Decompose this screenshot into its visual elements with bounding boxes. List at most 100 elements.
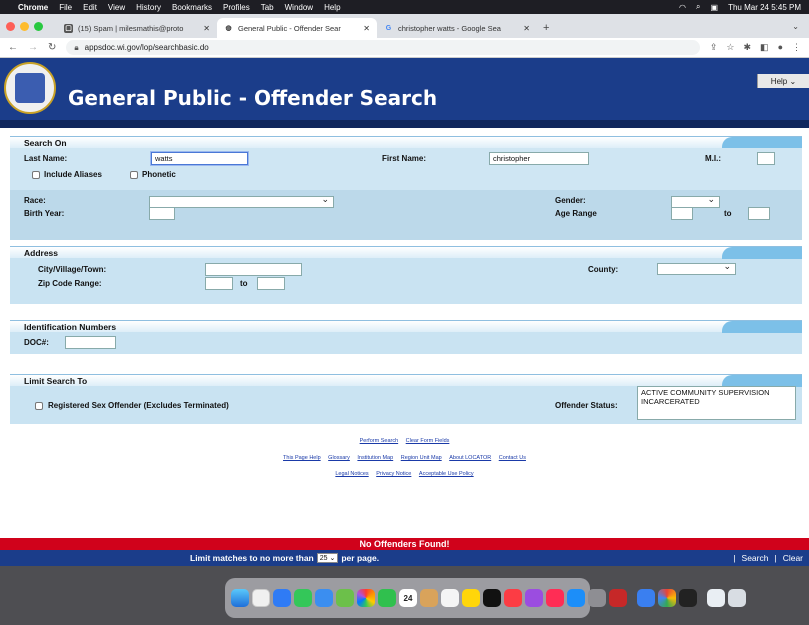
zip-from-input[interactable] (205, 277, 233, 290)
city-label: City/Village/Town: (38, 265, 107, 274)
new-tab-button[interactable]: + (537, 18, 555, 38)
age-range-to-input[interactable] (748, 207, 770, 220)
app-store-icon[interactable] (567, 589, 585, 607)
podcasts-icon[interactable] (525, 589, 543, 607)
profile-icon[interactable]: ● (778, 42, 783, 53)
maximize-window-icon[interactable] (34, 21, 43, 31)
phonetic-checkbox[interactable] (130, 171, 138, 179)
documents-folder-icon[interactable] (707, 589, 725, 607)
city-input[interactable] (205, 263, 302, 276)
reminders-icon[interactable] (441, 589, 459, 607)
race-select[interactable] (149, 194, 334, 208)
tab-spam-mail[interactable]: ▢ (15) Spam | milesmathis@proto ✕ (57, 18, 217, 38)
toolbar-icons: ⇪ ☆ ✱ ◧ ● ⋮ (710, 42, 801, 53)
include-aliases-checkbox[interactable] (32, 171, 40, 179)
filezilla-icon[interactable] (609, 589, 627, 607)
trash-icon[interactable] (728, 589, 746, 607)
age-range-from-input[interactable] (671, 207, 693, 220)
age-range-label: Age Range (555, 209, 597, 218)
chrome-icon[interactable] (658, 589, 676, 607)
sidebar-icon[interactable]: ◧ (760, 42, 769, 53)
system-preferences-icon[interactable] (588, 589, 606, 607)
page-help-link[interactable]: This Page Help (283, 455, 321, 461)
perform-search-link[interactable]: Perform Search (360, 438, 399, 444)
menu-edit[interactable]: Edit (83, 3, 97, 12)
birth-year-input[interactable] (149, 207, 175, 220)
photos-icon[interactable] (357, 589, 375, 607)
menu-app-name[interactable]: Chrome (18, 3, 48, 12)
close-icon[interactable]: ✕ (363, 24, 370, 33)
clear-button[interactable]: Clear (783, 553, 803, 563)
tab-offender-search[interactable]: ◍ General Public - Offender Sear ✕ (217, 18, 377, 38)
mail-icon[interactable] (315, 589, 333, 607)
calendar-icon[interactable]: 24 (399, 589, 417, 607)
extensions-icon[interactable]: ✱ (744, 42, 752, 53)
finder-icon[interactable] (231, 589, 249, 607)
menubar-clock[interactable]: Thu Mar 24 5:45 PM (728, 3, 801, 12)
institution-map-link[interactable]: Institution Map (357, 455, 393, 461)
about-locator-link[interactable]: About LOCATOR (449, 455, 491, 461)
facetime-icon[interactable] (378, 589, 396, 607)
back-icon[interactable]: ← (8, 42, 18, 53)
more-menu-icon[interactable]: ⋮ (792, 42, 801, 53)
terminal-icon[interactable] (679, 589, 697, 607)
status-option-active-supervision[interactable]: ACTIVE COMMUNITY SUPERVISION (641, 388, 792, 397)
menu-window[interactable]: Window (285, 3, 313, 12)
contact-us-link[interactable]: Contact Us (499, 455, 526, 461)
menu-bookmarks[interactable]: Bookmarks (172, 3, 212, 12)
zoom-icon[interactable] (637, 589, 655, 607)
music-icon[interactable] (504, 589, 522, 607)
forward-icon[interactable]: → (28, 42, 38, 53)
zip-to-input[interactable] (257, 277, 285, 290)
control-center-icon[interactable]: ▣ (711, 3, 719, 12)
maps-icon[interactable] (336, 589, 354, 607)
privacy-notice-link[interactable]: Privacy Notice (376, 471, 411, 477)
apple-tv-icon[interactable] (483, 589, 501, 607)
status-option-incarcerated[interactable]: INCARCERATED (641, 397, 792, 406)
last-name-input[interactable]: watts (151, 152, 248, 165)
doc-number-input[interactable] (65, 336, 116, 349)
legal-notices-link[interactable]: Legal Notices (335, 471, 368, 477)
menu-history[interactable]: History (136, 3, 161, 12)
news-icon[interactable] (546, 589, 564, 607)
safari-icon[interactable] (273, 589, 291, 607)
menu-help[interactable]: Help (324, 3, 340, 12)
tab-google-search[interactable]: G christopher watts - Google Sea ✕ (377, 18, 537, 38)
menu-tab[interactable]: Tab (261, 3, 274, 12)
help-menu-button[interactable]: Help ⌄ (757, 74, 809, 88)
menu-view[interactable]: View (108, 3, 125, 12)
clear-form-fields-link[interactable]: Clear Form Fields (406, 438, 450, 444)
google-icon: G (385, 24, 392, 32)
messages-icon[interactable] (294, 589, 312, 607)
launchpad-icon[interactable] (252, 589, 270, 607)
close-icon[interactable]: ✕ (203, 24, 210, 33)
phonetic-label: Phonetic (142, 170, 176, 179)
close-icon[interactable]: ✕ (523, 24, 530, 33)
offender-status-listbox[interactable]: ACTIVE COMMUNITY SUPERVISION INCARCERATE… (637, 386, 796, 420)
page-banner: General Public - Offender Search Help ⌄ (0, 58, 809, 120)
region-unit-map-link[interactable]: Region Unit Map (401, 455, 442, 461)
page-size-select[interactable]: 25 ⌄ (316, 553, 339, 563)
share-icon[interactable]: ⇪ (710, 42, 718, 53)
tab-search-icon[interactable]: ⌄ (792, 14, 799, 38)
menu-profiles[interactable]: Profiles (223, 3, 250, 12)
menu-file[interactable]: File (59, 3, 72, 12)
url-text: appsdoc.wi.gov/lop/searchbasic.do (84, 43, 209, 52)
bookmark-star-icon[interactable]: ☆ (726, 42, 734, 53)
middle-initial-input[interactable] (757, 152, 775, 165)
reload-icon[interactable]: ↻ (48, 42, 56, 53)
notes-icon[interactable] (462, 589, 480, 607)
sex-offender-checkbox[interactable] (35, 402, 43, 410)
acceptable-use-link[interactable]: Acceptable Use Policy (419, 471, 474, 477)
address-bar[interactable]: 🔒︎ appsdoc.wi.gov/lop/searchbasic.do (66, 40, 700, 55)
wifi-icon[interactable]: ◠ (679, 3, 686, 12)
contacts-icon[interactable] (420, 589, 438, 607)
close-window-icon[interactable] (6, 21, 15, 31)
spotlight-icon[interactable]: ⌕ (696, 2, 700, 12)
minimize-window-icon[interactable] (20, 21, 29, 31)
search-button[interactable]: Search (742, 553, 769, 563)
lock-icon[interactable]: 🔒︎ (74, 43, 78, 53)
first-name-input[interactable]: christopher (489, 152, 589, 165)
county-select[interactable] (657, 261, 736, 275)
glossary-link[interactable]: Glossary (328, 455, 350, 461)
